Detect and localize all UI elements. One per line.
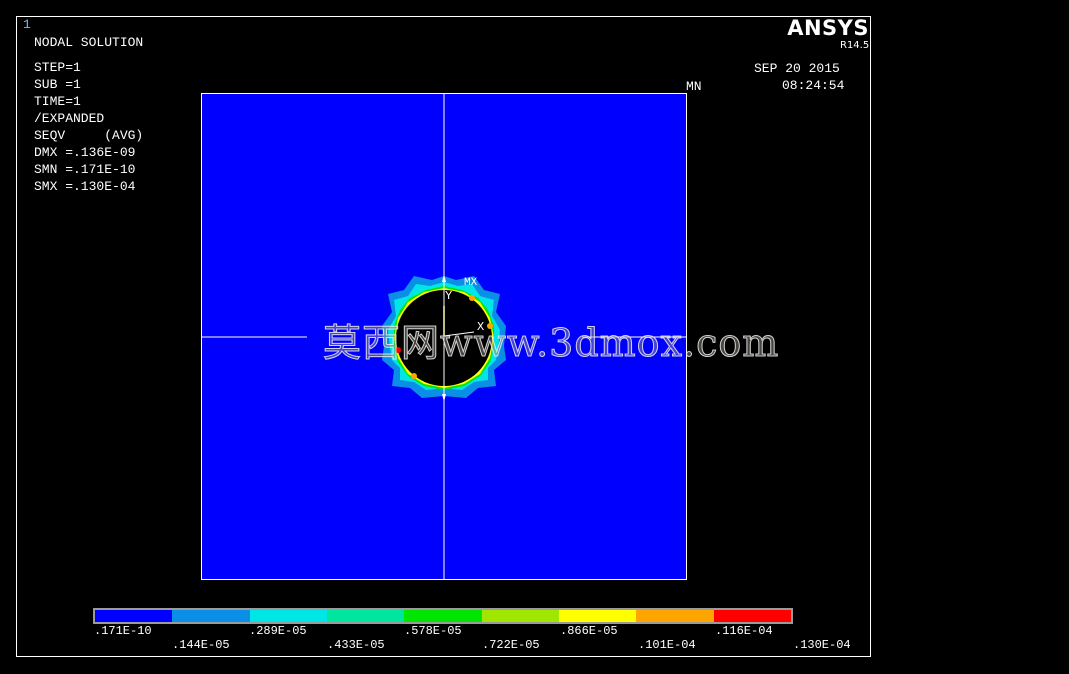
- legend-color-segment: [404, 610, 482, 622]
- legend-color-segment: [249, 610, 327, 622]
- step-label: STEP=1: [34, 60, 81, 75]
- time-step-label: TIME=1: [34, 94, 81, 109]
- time-label: 08:24:54: [782, 78, 845, 93]
- contour-legend-bar: [93, 608, 793, 624]
- y-axis-label: Y: [445, 289, 453, 303]
- date-label: SEP 20 2015: [754, 61, 840, 76]
- legend-label: .433E-05: [327, 638, 385, 652]
- substep-label: SUB =1: [34, 77, 81, 92]
- legend-color-segment: [326, 610, 405, 622]
- min-marker-label: MN: [686, 79, 702, 94]
- legend-label: .144E-05: [172, 638, 230, 652]
- legend-color-segment: [558, 610, 637, 622]
- legend-label: .171E-10: [94, 624, 152, 638]
- legend-color-segment: [713, 610, 791, 622]
- expansion-label: /EXPANDED: [34, 111, 105, 126]
- version-label: R14.5: [840, 40, 870, 51]
- legend-color-segment: [95, 610, 173, 622]
- watermark-text: 莫西网www.3dmox.com: [322, 321, 780, 366]
- max-marker-label: MX: [464, 277, 478, 289]
- plot-type-label: NODAL SOLUTION: [34, 35, 144, 50]
- legend-label: .289E-05: [249, 624, 307, 638]
- legend-label: .101E-04: [638, 638, 696, 652]
- smn-label: SMN =.171E-10: [34, 162, 136, 177]
- legend-label: .116E-04: [715, 624, 773, 638]
- legend-label: .722E-05: [482, 638, 540, 652]
- legend-color-segment: [172, 610, 250, 622]
- legend-color-segment: [481, 610, 559, 622]
- dmx-label: DMX =.136E-09: [34, 145, 136, 160]
- smx-label: SMX =.130E-04: [34, 179, 136, 194]
- legend-label: .130E-04: [793, 638, 851, 652]
- legend-label: .866E-05: [560, 624, 618, 638]
- result-item-label: SEQV (AVG): [34, 128, 144, 143]
- legend-color-segment: [636, 610, 714, 622]
- ansys-logo: ANSYS: [787, 16, 869, 40]
- window-number: 1: [23, 17, 31, 32]
- legend-label: .578E-05: [404, 624, 462, 638]
